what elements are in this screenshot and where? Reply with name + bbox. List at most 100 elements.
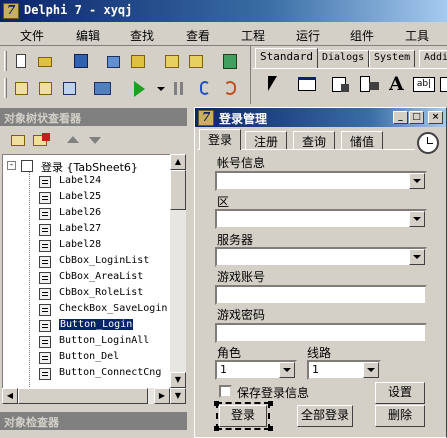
menu-file[interactable]: 文件 xyxy=(20,27,44,44)
object-treeview-titlebar: 对象树状查看器 xyxy=(0,108,187,126)
menu-view[interactable]: 查看 xyxy=(186,27,210,44)
title-bar: 7 Delphi 7 - xyqj xyxy=(0,0,447,22)
tree-vertical-scrollbar[interactable]: ▲ ▼ xyxy=(170,154,186,404)
scroll-left-icon[interactable]: ◀ xyxy=(2,388,18,404)
chevron-down-icon[interactable] xyxy=(409,173,425,189)
popupmenu-icon[interactable] xyxy=(357,72,381,98)
new-item-icon[interactable] xyxy=(8,130,30,152)
game-account-input[interactable] xyxy=(215,285,427,305)
open-icon[interactable] xyxy=(36,51,58,73)
clock-icon xyxy=(417,132,439,154)
tab-login[interactable]: 登录 xyxy=(199,129,242,150)
scroll-up-icon[interactable]: ▲ xyxy=(170,154,186,170)
object-treeview-title: 对象树状查看器 xyxy=(4,112,81,125)
menu-component[interactable]: 组件 xyxy=(350,27,374,44)
menu-run[interactable]: 运行 xyxy=(296,27,320,44)
scroll-down-icon[interactable]: ▼ xyxy=(170,372,186,388)
menu-tools[interactable]: 工具 xyxy=(405,27,429,44)
component-icon xyxy=(39,208,51,220)
save-all-icon[interactable] xyxy=(104,51,126,73)
login-form-window: 7 登录管理 _ □ × 登录 注册 查询 储值 帐号信息 区 服务器 游戏账号… xyxy=(194,107,447,438)
memo-icon[interactable] xyxy=(439,72,447,98)
edit-icon[interactable]: ab| xyxy=(411,72,437,98)
pointer-icon[interactable] xyxy=(261,72,285,98)
menu-bar: 文件 编辑 查找 查看 工程 运行 组件 工具 xyxy=(0,22,447,46)
window-title: Delphi 7 - xyqj xyxy=(24,3,133,17)
game-password-label: 游戏密码 xyxy=(217,308,266,322)
login-form-title: 登录管理 xyxy=(219,112,268,126)
chevron-down-icon[interactable] xyxy=(363,362,379,378)
frame-icon[interactable] xyxy=(295,72,319,98)
remove-file-icon[interactable] xyxy=(186,51,208,73)
line-combobox[interactable]: 1 xyxy=(307,360,381,380)
tab-recharge[interactable]: 储值 xyxy=(341,131,384,149)
delete-button[interactable]: 删除 xyxy=(375,405,425,427)
scroll-right-icon[interactable]: ▶ xyxy=(154,388,170,404)
component-icon xyxy=(39,336,51,348)
component-icon xyxy=(39,224,51,236)
maximize-button[interactable]: □ xyxy=(409,111,424,124)
account-info-combobox[interactable] xyxy=(215,171,427,191)
pause-icon[interactable] xyxy=(168,78,190,100)
save-icon[interactable] xyxy=(70,51,92,73)
move-down-icon[interactable] xyxy=(84,130,106,152)
tabsheet-icon xyxy=(21,160,33,172)
view-form-icon[interactable] xyxy=(36,78,58,100)
tab-system[interactable]: System xyxy=(369,50,416,67)
component-icon xyxy=(39,368,51,380)
settings-button[interactable]: 设置 xyxy=(375,382,425,404)
open-project-icon[interactable] xyxy=(128,51,150,73)
minimize-button[interactable]: _ xyxy=(393,111,408,124)
server-combobox[interactable] xyxy=(215,247,427,267)
object-treeview-toolbar xyxy=(0,126,187,154)
tab-additional[interactable]: Addi xyxy=(419,50,447,67)
tab-query[interactable]: 查询 xyxy=(293,131,336,149)
login-all-button[interactable]: 全部登录 xyxy=(297,405,353,427)
hscroll-thumb[interactable] xyxy=(18,388,148,404)
tree-horizontal-scrollbar[interactable]: ◀ ▶ xyxy=(2,388,170,404)
delphi-form-icon: 7 xyxy=(198,110,214,126)
save-login-checkbox[interactable] xyxy=(219,385,232,398)
menu-search[interactable]: 查找 xyxy=(130,27,154,44)
game-account-label: 游戏账号 xyxy=(217,270,266,284)
component-palette: Standard Dialogs System Addi A ab| xyxy=(250,46,447,104)
login-button[interactable]: 登录 xyxy=(216,402,270,430)
tab-dialogs[interactable]: Dialogs xyxy=(317,50,370,67)
close-button[interactable]: × xyxy=(428,111,443,124)
new-form-icon[interactable] xyxy=(92,78,114,100)
chevron-down-icon[interactable] xyxy=(279,362,295,378)
step-over-icon[interactable] xyxy=(220,78,242,100)
new-icon[interactable] xyxy=(12,51,34,73)
component-icon xyxy=(39,320,51,332)
menu-edit[interactable]: 编辑 xyxy=(76,27,100,44)
mainmenu-icon[interactable] xyxy=(329,72,353,98)
toggle-form-unit-icon[interactable] xyxy=(60,78,82,100)
chevron-down-icon[interactable] xyxy=(409,211,425,227)
menu-project[interactable]: 工程 xyxy=(241,27,265,44)
object-tree[interactable]: - 登录 {TabSheet6} Label24 Label25 Label26… xyxy=(2,154,170,404)
view-unit-icon[interactable] xyxy=(12,78,34,100)
chevron-down-icon[interactable] xyxy=(409,249,425,265)
component-icon xyxy=(39,176,51,188)
tab-register[interactable]: 注册 xyxy=(245,131,288,149)
collapse-icon[interactable]: - xyxy=(7,161,16,170)
delete-item-icon[interactable] xyxy=(30,130,52,152)
object-inspector-title: 对象检查器 xyxy=(4,416,59,429)
scroll-down-bottom-icon[interactable]: ▼ xyxy=(170,388,186,404)
role-combobox[interactable]: 1 xyxy=(215,360,297,380)
add-file-icon[interactable] xyxy=(162,51,184,73)
help-icon[interactable] xyxy=(220,51,242,73)
object-inspector-titlebar: 对象检查器 xyxy=(0,412,187,430)
speed-toolbar xyxy=(0,48,248,104)
label-icon[interactable]: A xyxy=(385,72,409,98)
scroll-thumb[interactable] xyxy=(170,170,186,210)
tab-standard[interactable]: Standard xyxy=(255,48,318,68)
run-icon[interactable] xyxy=(128,78,150,100)
component-icon xyxy=(39,304,51,316)
game-password-input[interactable] xyxy=(215,323,427,343)
move-up-icon[interactable] xyxy=(62,130,84,152)
area-combobox[interactable] xyxy=(215,209,427,229)
trace-into-icon[interactable] xyxy=(196,78,218,100)
component-icon xyxy=(39,192,51,204)
server-label: 服务器 xyxy=(217,233,254,247)
